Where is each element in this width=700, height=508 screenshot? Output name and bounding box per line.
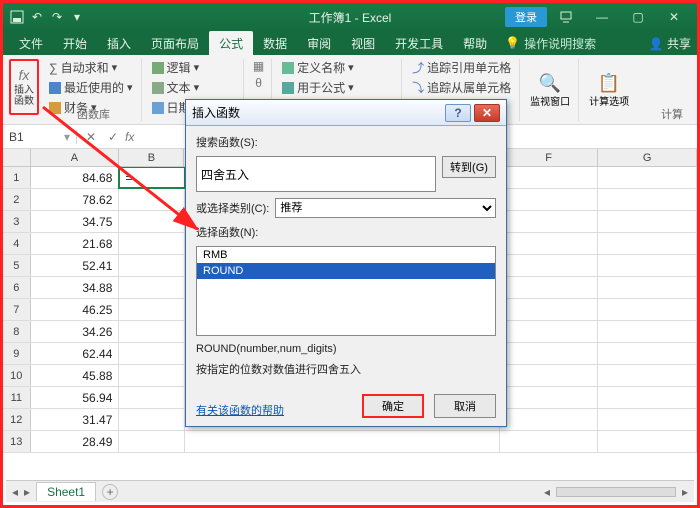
tab-view[interactable]: 视图 xyxy=(341,31,385,56)
tab-home[interactable]: 开始 xyxy=(53,31,97,56)
sheet-bar: ◂ ▸ Sheet1 + ◂ ▸ xyxy=(6,480,694,502)
ribbon-group-autosum: ∑自动求和 ▾ 最近使用的 ▾ 财务 ▾ 函数库 xyxy=(49,59,142,121)
close-button[interactable]: ✕ xyxy=(657,6,691,28)
category-label: 或选择类别(C): xyxy=(196,200,269,216)
trace-dep-button[interactable]: ⤵追踪从属单元格 xyxy=(412,79,511,96)
function-help-link[interactable]: 有关该函数的帮助 xyxy=(196,402,284,418)
share-button[interactable]: 👤 共享 xyxy=(649,35,691,52)
tab-file[interactable]: 文件 xyxy=(9,31,53,56)
bulb-icon: 💡 xyxy=(505,36,520,50)
ribbon-tabs: 文件 开始 插入 页面布局 公式 数据 审阅 视图 开发工具 帮助 💡操作说明搜… xyxy=(3,31,697,55)
ribbon-group-watch: 🔍 监视窗口 xyxy=(530,59,579,121)
dialog-close-button[interactable]: ✕ xyxy=(474,104,500,122)
cell-a4[interactable]: 21.68 xyxy=(31,233,120,254)
lookup-icon[interactable]: ▦ xyxy=(253,59,264,73)
save-icon[interactable] xyxy=(9,9,25,25)
tell-me[interactable]: 💡操作说明搜索 xyxy=(505,35,596,52)
ok-button[interactable]: 确定 xyxy=(362,394,424,418)
calc-options-button[interactable]: 计算选项 xyxy=(589,97,629,108)
watch-label[interactable]: 监视窗口 xyxy=(530,97,570,108)
dialog-title: 插入函数 xyxy=(192,104,240,121)
accept-icon[interactable]: ✓ xyxy=(103,130,123,144)
login-button[interactable]: 登录 xyxy=(505,7,547,27)
cell-a6[interactable]: 34.88 xyxy=(31,277,120,298)
titlebar: ↶ ↷ ▾ 工作簿1 - Excel 登录 — ▢ ✕ xyxy=(3,3,697,31)
hscroll[interactable] xyxy=(556,487,676,497)
tab-review[interactable]: 审阅 xyxy=(297,31,341,56)
cell-b1[interactable]: = xyxy=(119,167,184,188)
undo-icon[interactable]: ↶ xyxy=(29,9,45,25)
tab-help[interactable]: 帮助 xyxy=(453,31,497,56)
function-signature: ROUND(number,num_digits) xyxy=(196,342,496,357)
trace-prec-button[interactable]: ⤴追踪引用单元格 xyxy=(412,59,511,76)
insert-function-button[interactable]: fx 插入函数 xyxy=(9,59,39,115)
cell-a1[interactable]: 84.68 xyxy=(31,167,120,188)
cell-a2[interactable]: 78.62 xyxy=(31,189,120,210)
math-icon[interactable]: θ xyxy=(255,76,262,90)
autosum-button[interactable]: ∑自动求和 ▾ xyxy=(49,59,133,76)
category-select[interactable]: 推荐 xyxy=(275,198,496,218)
logical-button[interactable]: 逻辑 ▾ xyxy=(152,59,236,76)
calc-icon: 📋 xyxy=(598,73,620,94)
scroll-left-icon[interactable]: ◂ xyxy=(544,485,550,499)
dialog-help-button[interactable]: ? xyxy=(445,104,471,122)
watch-icon: 🔍 xyxy=(539,73,561,94)
fx-icon: fx xyxy=(19,67,30,83)
function-round[interactable]: ROUND xyxy=(197,263,495,279)
name-box[interactable]: B1▾ xyxy=(3,130,77,144)
select-all[interactable] xyxy=(3,149,31,166)
minimize-button[interactable]: — xyxy=(585,6,619,28)
col-g[interactable]: G xyxy=(598,149,697,166)
cancel-button[interactable]: 取消 xyxy=(434,394,496,418)
cancel-icon[interactable]: ✕ xyxy=(81,130,101,144)
qat-dropdown-icon[interactable]: ▾ xyxy=(69,9,85,25)
tab-dev[interactable]: 开发工具 xyxy=(385,31,453,56)
add-sheet-button[interactable]: + xyxy=(102,484,118,500)
tab-layout[interactable]: 页面布局 xyxy=(141,31,209,56)
tab-insert[interactable]: 插入 xyxy=(97,31,141,56)
search-input[interactable] xyxy=(196,156,436,192)
group-label-calc: 计算 xyxy=(661,106,683,122)
tab-data[interactable]: 数据 xyxy=(253,31,297,56)
insert-function-dialog: 插入函数 ? ✕ 搜索函数(S): 转到(G) 或选择类别(C): 推荐 选择函… xyxy=(185,99,507,427)
redo-icon[interactable]: ↷ xyxy=(49,9,65,25)
fx-bar-icon[interactable]: fx xyxy=(125,130,134,144)
text-button[interactable]: 文本 ▾ xyxy=(152,79,236,96)
cell-a9[interactable]: 62.44 xyxy=(31,343,120,364)
go-button[interactable]: 转到(G) xyxy=(442,156,496,178)
cell-a5[interactable]: 52.41 xyxy=(31,255,120,276)
select-func-label: 选择函数(N): xyxy=(196,224,496,240)
ribbon-group-calc: 📋 计算选项 计算 xyxy=(589,59,637,121)
function-list[interactable]: RMB ROUND xyxy=(196,246,496,336)
sheet-prev-icon[interactable]: ◂ xyxy=(12,485,18,499)
col-f[interactable]: F xyxy=(500,149,599,166)
maximize-button[interactable]: ▢ xyxy=(621,6,655,28)
cell-a7[interactable]: 46.25 xyxy=(31,299,120,320)
define-name-button[interactable]: 定义名称 ▾ xyxy=(282,59,393,76)
cell-a3[interactable]: 34.75 xyxy=(31,211,120,232)
cell-a13[interactable]: 28.49 xyxy=(31,431,120,452)
ribbon-options-icon[interactable] xyxy=(549,6,583,28)
cell-a10[interactable]: 45.88 xyxy=(31,365,120,386)
sheet-tab[interactable]: Sheet1 xyxy=(36,482,96,501)
function-description: 按指定的位数对数值进行四舍五入 xyxy=(196,363,496,378)
col-a[interactable]: A xyxy=(31,149,120,166)
window-title: 工作簿1 - Excel xyxy=(309,9,392,26)
search-label: 搜索函数(S): xyxy=(196,134,496,150)
recent-button[interactable]: 最近使用的 ▾ xyxy=(49,79,133,96)
cell-a12[interactable]: 31.47 xyxy=(31,409,120,430)
cell-a8[interactable]: 34.26 xyxy=(31,321,120,342)
quick-access-toolbar: ↶ ↷ ▾ xyxy=(9,9,85,25)
sheet-next-icon[interactable]: ▸ xyxy=(24,485,30,499)
cell-a11[interactable]: 56.94 xyxy=(31,387,120,408)
dialog-titlebar[interactable]: 插入函数 ? ✕ xyxy=(186,100,506,126)
function-rmb[interactable]: RMB xyxy=(197,247,495,263)
group-label-lib: 函数库 xyxy=(77,106,110,122)
scroll-right-icon[interactable]: ▸ xyxy=(682,485,688,499)
tab-formulas[interactable]: 公式 xyxy=(209,31,253,56)
col-b[interactable]: B xyxy=(119,149,184,166)
use-formula-button[interactable]: 用于公式 ▾ xyxy=(282,79,393,96)
